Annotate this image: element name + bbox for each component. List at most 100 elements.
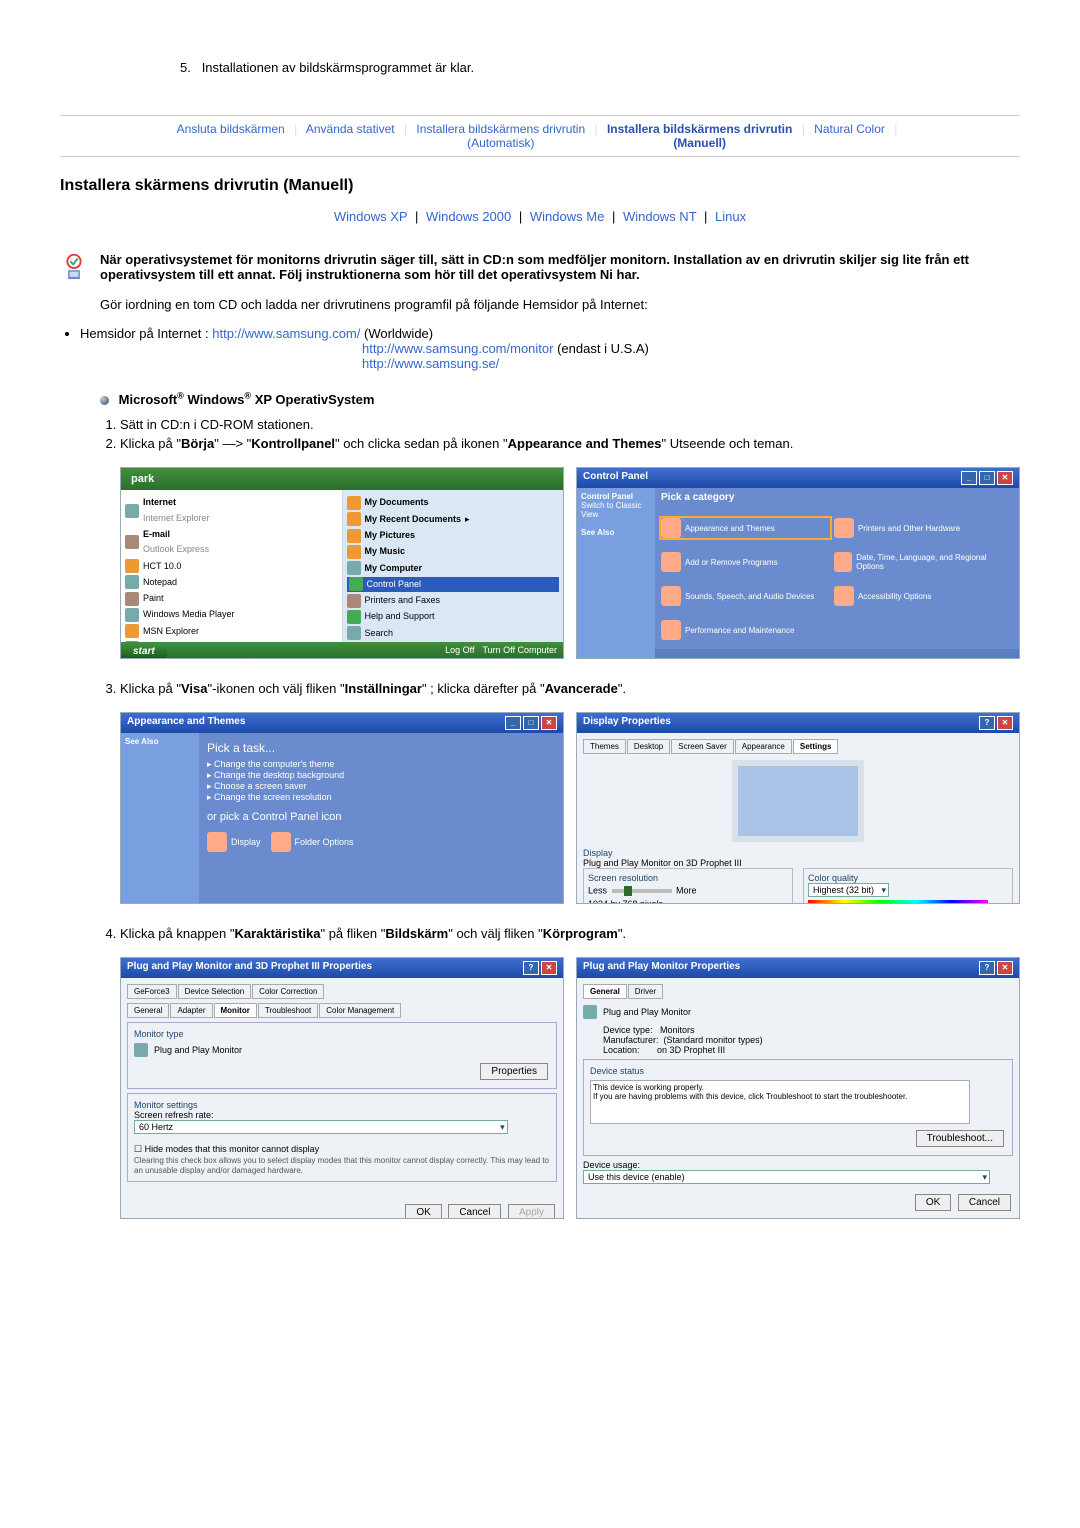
nav-separator: | xyxy=(588,122,603,136)
tab-geforce[interactable]: GeForce3 xyxy=(127,984,177,999)
cpl-icon-display[interactable]: Display xyxy=(231,837,261,847)
category-sounds[interactable]: Sounds, Speech, and Audio Devices xyxy=(685,592,814,601)
maximize-icon[interactable]: □ xyxy=(523,716,539,730)
step-number: 5. xyxy=(180,60,191,75)
hide-modes-checkbox[interactable]: ☐ Hide modes that this monitor cannot di… xyxy=(134,1144,319,1154)
color-quality-select[interactable]: Highest (32 bit) xyxy=(808,883,889,897)
os-link-2000[interactable]: Windows 2000 xyxy=(426,209,511,224)
step-item: Klicka på knappen "Karaktäristika" på fl… xyxy=(120,926,1020,941)
top-installation-step: 5. Installationen av bildskärmsprogramme… xyxy=(180,60,1020,75)
maximize-icon[interactable]: □ xyxy=(979,471,995,485)
nav-use-stand[interactable]: Använda stativet xyxy=(306,122,395,136)
tab-monitor[interactable]: Monitor xyxy=(214,1003,257,1018)
tab-adapter[interactable]: Adapter xyxy=(170,1003,212,1018)
regional-icon xyxy=(834,552,852,572)
close-icon[interactable]: ✕ xyxy=(541,961,557,975)
url-samsung-se[interactable]: http://www.samsung.se/ xyxy=(362,356,499,371)
tab-troubleshoot[interactable]: Troubleshoot xyxy=(258,1003,318,1018)
url-samsung-global[interactable]: http://www.samsung.com/ xyxy=(212,326,360,341)
help-icon[interactable]: ? xyxy=(979,716,995,730)
category-accessibility[interactable]: Accessibility Options xyxy=(858,592,931,601)
apply-button[interactable]: Apply xyxy=(508,1204,555,1219)
chevron-right-icon: ▸ xyxy=(465,512,470,527)
close-icon[interactable]: ✕ xyxy=(541,716,557,730)
step-item: Sätt in CD:n i CD-ROM stationen. xyxy=(120,417,1020,432)
os-link-me[interactable]: Windows Me xyxy=(530,209,604,224)
ok-button[interactable]: OK xyxy=(915,1194,951,1211)
appearance-icon xyxy=(661,518,681,538)
sites-label: Hemsidor på Internet : xyxy=(80,326,209,341)
os-link-xp[interactable]: Windows XP xyxy=(334,209,407,224)
close-icon[interactable]: ✕ xyxy=(997,716,1013,730)
tab-desktop[interactable]: Desktop xyxy=(627,739,670,754)
resolution-value: 1024 by 768 pixels xyxy=(588,899,663,904)
steps-list-2: Klicka på "Visa"-ikonen och välj fliken … xyxy=(120,681,1020,696)
task-link[interactable]: Change the screen resolution xyxy=(214,792,332,802)
nav-connect-monitor[interactable]: Ansluta bildskärmen xyxy=(177,122,285,136)
category-performance[interactable]: Performance and Maintenance xyxy=(685,626,794,635)
tab-appearance[interactable]: Appearance xyxy=(735,739,792,754)
display-name-value: Plug and Play Monitor on 3D Prophet III xyxy=(583,858,1013,868)
cancel-button[interactable]: Cancel xyxy=(448,1204,501,1219)
tab-color-correction[interactable]: Color Correction xyxy=(252,984,324,999)
start-button[interactable]: start xyxy=(121,644,167,659)
tab-general[interactable]: General xyxy=(127,1003,169,1018)
category-regional[interactable]: Date, Time, Language, and Regional Optio… xyxy=(856,553,1003,571)
tab-themes[interactable]: Themes xyxy=(583,739,626,754)
close-icon[interactable]: ✕ xyxy=(997,471,1013,485)
screenshot-driver-properties: Plug and Play Monitor Properties ?✕ Gene… xyxy=(576,957,1020,1219)
tab-driver[interactable]: Driver xyxy=(628,984,663,999)
minimize-icon[interactable]: _ xyxy=(961,471,977,485)
nav-natural-color[interactable]: Natural Color xyxy=(814,122,885,136)
nav-separator: | xyxy=(398,122,413,136)
task-link[interactable]: Change the computer's theme xyxy=(214,759,334,769)
step-text: Installationen av bildskärmsprogrammet ä… xyxy=(202,60,474,75)
nav-install-driver-auto[interactable]: Installera bildskärmens drivrutin (Autom… xyxy=(416,122,585,150)
url-samsung-monitor[interactable]: http://www.samsung.com/monitor xyxy=(362,341,553,356)
cancel-button[interactable]: Cancel xyxy=(958,1194,1011,1211)
help-icon xyxy=(347,610,361,624)
properties-button[interactable]: Properties xyxy=(480,1063,548,1080)
cpl-icon-folder-options[interactable]: Folder Options xyxy=(295,837,354,847)
tab-settings[interactable]: Settings xyxy=(793,739,839,754)
refresh-rate-select[interactable]: 60 Hertz xyxy=(134,1120,508,1134)
troubleshoot-button[interactable]: Troubleshoot... xyxy=(916,1130,1004,1147)
tab-color-management[interactable]: Color Management xyxy=(319,1003,401,1018)
help-icon[interactable]: ? xyxy=(523,961,539,975)
sites-list: Hemsidor på Internet : http://www.samsun… xyxy=(80,326,1020,371)
tab-general[interactable]: General xyxy=(583,984,627,999)
search-icon xyxy=(347,626,361,640)
tab-device-selection[interactable]: Device Selection xyxy=(178,984,252,999)
device-usage-select[interactable]: Use this device (enable) xyxy=(583,1170,990,1184)
close-icon[interactable]: ✕ xyxy=(997,961,1013,975)
control-panel-icon xyxy=(349,577,363,591)
category-printers[interactable]: Printers and Other Hardware xyxy=(858,524,960,533)
pick-a-task-title: Pick a task... xyxy=(207,741,555,755)
logoff-button[interactable]: Log Off xyxy=(445,645,474,655)
help-icon[interactable]: ? xyxy=(979,961,995,975)
install-info-icon xyxy=(60,254,88,282)
step-item: Klicka på "Börja" —> "Kontrollpanel" och… xyxy=(120,436,1020,451)
turnoff-button[interactable]: Turn Off Computer xyxy=(482,645,557,655)
resolution-slider[interactable] xyxy=(624,886,632,896)
task-link[interactable]: Change the desktop background xyxy=(214,770,344,780)
category-appearance[interactable]: Appearance and Themes xyxy=(685,524,775,533)
step-item: Klicka på "Visa"-ikonen och välj fliken … xyxy=(120,681,1020,696)
nav-separator: | xyxy=(888,122,903,136)
category-addremove[interactable]: Add or Remove Programs xyxy=(685,558,777,567)
screenshot-display-properties: Display Properties ?✕ Themes Desktop Scr… xyxy=(576,712,1020,904)
os-link-nt[interactable]: Windows NT xyxy=(623,209,696,224)
ok-button[interactable]: OK xyxy=(405,1204,441,1219)
steps-list-1: Sätt in CD:n i CD-ROM stationen. Klicka … xyxy=(120,417,1020,451)
os-links-row: Windows XP | Windows 2000 | Windows Me |… xyxy=(60,209,1020,224)
device-status-textbox: This device is working properly. If you … xyxy=(590,1080,970,1124)
minimize-icon[interactable]: _ xyxy=(505,716,521,730)
addremove-icon xyxy=(661,552,681,572)
folder-icon xyxy=(347,496,361,510)
task-link[interactable]: Choose a screen saver xyxy=(214,781,307,791)
device-name-value: Plug and Play Monitor xyxy=(603,1007,691,1017)
msn-icon xyxy=(125,624,139,638)
nav-install-driver-manual[interactable]: Installera bildskärmens drivrutin (Manue… xyxy=(607,122,792,150)
os-link-linux[interactable]: Linux xyxy=(715,209,746,224)
tab-screensaver[interactable]: Screen Saver xyxy=(671,739,733,754)
